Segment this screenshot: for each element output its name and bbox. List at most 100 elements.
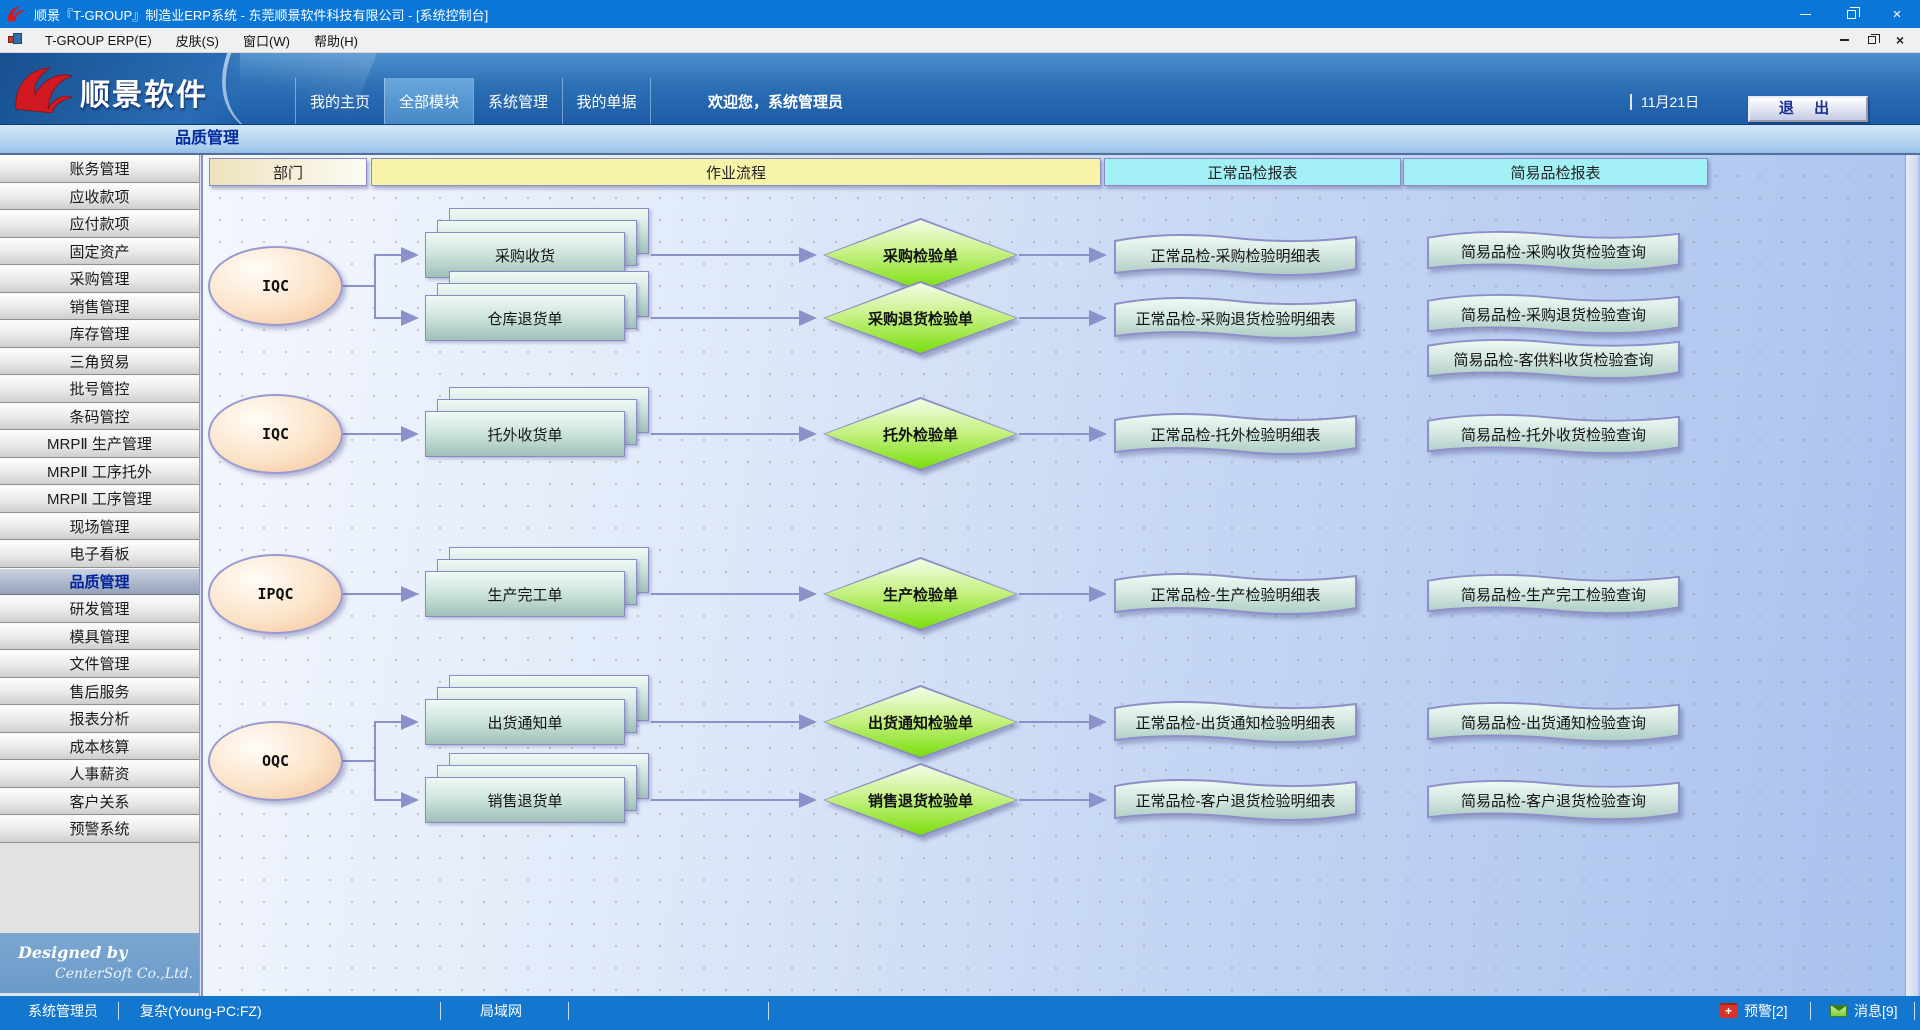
tab-system-management[interactable]: 系统管理 [473, 78, 562, 125]
designed-by-text: Designed by [18, 943, 127, 962]
sidebar-item-document[interactable]: 文件管理 [0, 650, 199, 678]
sidebar-item-crm[interactable]: 客户关系 [0, 788, 199, 816]
status-separator [568, 1002, 569, 1020]
status-separator [118, 1002, 119, 1020]
process-label: 采购收货 [495, 245, 555, 266]
status-network: 局域网 [480, 996, 522, 1026]
sidebar-item-fixed-assets[interactable]: 固定资产 [0, 238, 199, 266]
process-box-shipping-notice[interactable]: 出货通知单 [425, 699, 625, 745]
header-tabs: 我的主页 全部模块 系统管理 我的单据 [295, 78, 651, 125]
sidebar-item-barcode-control[interactable]: 条码管控 [0, 403, 199, 431]
sidebar-item-hr-payroll[interactable]: 人事薪资 [0, 760, 199, 788]
column-header-simple-reports: 简易品检报表 [1403, 158, 1708, 186]
inspection-diamond-production[interactable]: 生产检验单 [823, 557, 1018, 631]
menu-window[interactable]: 窗口(W) [231, 28, 302, 53]
process-box-sales-return[interactable]: 销售退货单 [425, 777, 625, 823]
normal-report-purchase[interactable]: 正常品检-采购检验明细表 [1113, 233, 1358, 277]
alert-label: 预警[2] [1744, 1001, 1788, 1021]
sidebar-item-triangle-trade[interactable]: 三角贸易 [0, 348, 199, 376]
window-title: 顺景『T-GROUP』制造业ERP系统 - 东莞顺景软件科技有限公司 - [系统… [34, 5, 488, 24]
menu-tgroup-erp[interactable]: T-GROUP ERP(E) [33, 28, 164, 53]
inspection-diamond-shipping-notice[interactable]: 出货通知检验单 [823, 685, 1018, 759]
close-icon[interactable]: × [1874, 0, 1920, 28]
sidebar-item-inventory[interactable]: 库存管理 [0, 320, 199, 348]
process-label: 托外收货单 [487, 424, 562, 445]
message-icon [1830, 1005, 1847, 1017]
process-box-warehouse-return[interactable]: 仓库退货单 [425, 295, 625, 341]
dept-ellipse-oqc: OQC [208, 721, 343, 801]
simple-report-production-finish[interactable]: 简易品检-生产完工检验查询 [1426, 573, 1681, 615]
status-separator [440, 1002, 441, 1020]
date-divider [1630, 94, 1632, 110]
tab-my-documents[interactable]: 我的单据 [562, 78, 651, 125]
mdi-close-icon[interactable]: × [1886, 30, 1914, 50]
status-alert[interactable]: 预警[2] [1720, 996, 1788, 1026]
inspection-diamond-purchase-return[interactable]: 采购退货检验单 [823, 281, 1018, 355]
window-controls: × [1782, 0, 1920, 28]
sidebar-item-lot-control[interactable]: 批号管控 [0, 375, 199, 403]
status-workstation: 复杂(Young-PC:FZ) [140, 996, 262, 1026]
breadcrumb: 品质管理 [0, 125, 1920, 155]
sidebar-item-alert-system[interactable]: 预警系统 [0, 815, 199, 843]
designed-by-box: Designed by CenterSoft Co.,Ltd. [0, 933, 199, 993]
sidebar-item-payables[interactable]: 应付款项 [0, 210, 199, 238]
mdi-minimize-icon[interactable] [1830, 30, 1858, 50]
brand-name: 顺景软件 [80, 70, 208, 114]
mdi-restore-icon[interactable] [1858, 30, 1886, 50]
dept-ellipse-ipqc: IPQC [208, 554, 343, 634]
simple-report-purchase-return[interactable]: 简易品检-采购退货检验查询 [1426, 293, 1681, 335]
inspection-diamond-sales-return[interactable]: 销售退货检验单 [823, 763, 1018, 837]
logout-button[interactable]: 退 出 [1748, 96, 1868, 122]
message-label: 消息[9] [1854, 1001, 1898, 1021]
normal-report-purchase-return[interactable]: 正常品检-采购退货检验明细表 [1113, 296, 1358, 340]
brand-logo-icon [12, 63, 74, 113]
menu-skin[interactable]: 皮肤(S) [164, 28, 231, 53]
minimize-icon[interactable] [1782, 0, 1828, 28]
normal-report-customer-return[interactable]: 正常品检-客户退货检验明细表 [1113, 778, 1358, 822]
normal-report-outsource[interactable]: 正常品检-托外检验明细表 [1113, 412, 1358, 456]
sidebar-item-rnd[interactable]: 研发管理 [0, 595, 199, 623]
status-separator [768, 1002, 769, 1020]
sidebar-item-cost[interactable]: 成本核算 [0, 733, 199, 761]
simple-report-shipping-notice[interactable]: 简易品检-出货通知检验查询 [1426, 701, 1681, 743]
dept-ellipse-iqc-1: IQC [208, 246, 343, 326]
page-title: 品质管理 [175, 125, 239, 153]
sidebar-item-quality[interactable]: 品质管理 [0, 568, 199, 596]
sidebar-item-sales[interactable]: 销售管理 [0, 293, 199, 321]
sidebar-item-mold[interactable]: 模具管理 [0, 623, 199, 651]
normal-report-shipping-notice[interactable]: 正常品检-出货通知检验明细表 [1113, 700, 1358, 744]
vertical-scrollbar[interactable] [1905, 155, 1918, 996]
date-display: 11月21日 [1630, 78, 1699, 125]
sidebar-item-after-sales[interactable]: 售后服务 [0, 678, 199, 706]
simple-report-purchase-receipt[interactable]: 简易品检-采购收货检验查询 [1426, 230, 1681, 272]
status-user: 系统管理员 [28, 996, 98, 1026]
menu-help[interactable]: 帮助(H) [302, 28, 370, 53]
status-separator [1810, 1002, 1811, 1020]
restore-icon[interactable] [1828, 0, 1874, 28]
title-bar: 顺景『T-GROUP』制造业ERP系统 - 东莞顺景软件科技有限公司 - [系统… [0, 0, 1920, 28]
process-box-production-finish[interactable]: 生产完工单 [425, 571, 625, 617]
sidebar-item-mrp2-production[interactable]: MRPⅡ 生产管理 [0, 430, 199, 458]
tab-my-home[interactable]: 我的主页 [295, 78, 384, 125]
sidebar-item-purchasing[interactable]: 采购管理 [0, 265, 199, 293]
sidebar-item-e-kanban[interactable]: 电子看板 [0, 540, 199, 568]
app-header: 顺景软件 我的主页 全部模块 系统管理 我的单据 欢迎您，系统管理员 11月21… [0, 53, 1920, 125]
process-label: 仓库退货单 [487, 308, 562, 329]
sidebar-item-receivables[interactable]: 应收款项 [0, 183, 199, 211]
process-box-outsource-receipt[interactable]: 托外收货单 [425, 411, 625, 457]
simple-report-customer-return[interactable]: 简易品检-客户退货检验查询 [1426, 779, 1681, 821]
normal-report-production[interactable]: 正常品检-生产检验明细表 [1113, 572, 1358, 616]
module-sidebar: 账务管理 应收款项 应付款项 固定资产 采购管理 销售管理 库存管理 三角贸易 … [0, 155, 200, 996]
process-label: 销售退货单 [487, 790, 562, 811]
tab-all-modules[interactable]: 全部模块 [384, 78, 473, 125]
sidebar-item-report-analysis[interactable]: 报表分析 [0, 705, 199, 733]
status-message[interactable]: 消息[9] [1830, 996, 1898, 1026]
sidebar-item-mrp2-outsourcing[interactable]: MRPⅡ 工序托外 [0, 458, 199, 486]
sidebar-item-mrp2-process[interactable]: MRPⅡ 工序管理 [0, 485, 199, 513]
inspection-diamond-outsource[interactable]: 托外检验单 [823, 397, 1018, 471]
simple-report-customer-supplied[interactable]: 简易品检-客供料收货检验查询 [1426, 338, 1681, 380]
process-label: 生产完工单 [487, 584, 562, 605]
simple-report-outsource-receipt[interactable]: 简易品检-托外收货检验查询 [1426, 413, 1681, 455]
sidebar-item-shopfloor[interactable]: 现场管理 [0, 513, 199, 541]
sidebar-item-accounting[interactable]: 账务管理 [0, 155, 199, 183]
